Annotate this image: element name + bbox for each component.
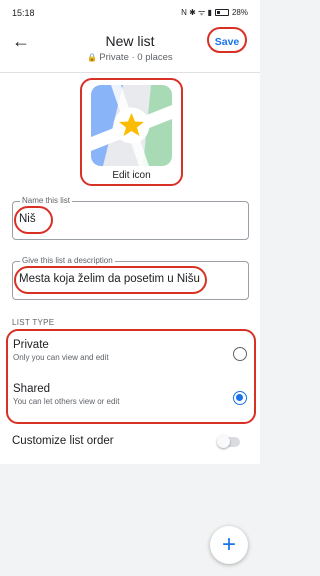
option-shared[interactable]: Shared You can let others view or edit (13, 383, 249, 406)
screen: 15:18 N ✱ ᯤ ▮ 28% ← New list 🔒 Private · … (0, 0, 260, 576)
option-shared-desc: You can let others view or edit (13, 397, 120, 406)
description-field-legend: Give this list a description (20, 256, 115, 265)
subtitle-text: Private · 0 places (99, 52, 173, 63)
save-button[interactable]: Save (207, 27, 247, 53)
list-type-options: Private Only you can view and edit Share… (6, 329, 256, 424)
battery-level: 28% (231, 8, 248, 17)
option-shared-title: Shared (13, 383, 51, 395)
status-bar: 15:18 N ✱ ᯤ ▮ 28% (0, 0, 260, 24)
edit-icon-button[interactable]: Edit icon (80, 78, 183, 186)
option-private[interactable]: Private Only you can view and edit (13, 339, 249, 362)
name-highlight (14, 206, 53, 234)
star-map-icon (91, 85, 172, 166)
shared-radio[interactable] (233, 391, 247, 405)
status-indicator-icons: N ✱ ᯤ ▮ (181, 8, 212, 17)
add-button[interactable]: + (210, 526, 248, 564)
customize-order-toggle[interactable] (217, 435, 240, 448)
edit-icon-label: Edit icon (112, 170, 151, 181)
customize-order-label: Customize list order (12, 435, 114, 447)
lock-icon: 🔒 (87, 53, 98, 62)
header-divider (0, 72, 260, 73)
option-private-title: Private (13, 339, 49, 351)
name-field-legend: Name this list (20, 196, 73, 205)
page-subtitle: 🔒 Private · 0 places (0, 52, 260, 63)
status-icons: N ✱ ᯤ ▮ 28% (181, 7, 248, 18)
status-time: 15:18 (12, 8, 35, 18)
battery-icon (214, 9, 229, 16)
description-highlight (14, 266, 207, 294)
private-radio[interactable] (233, 347, 247, 361)
option-private-desc: Only you can view and edit (13, 353, 109, 362)
list-type-label: LIST TYPE (12, 318, 55, 327)
